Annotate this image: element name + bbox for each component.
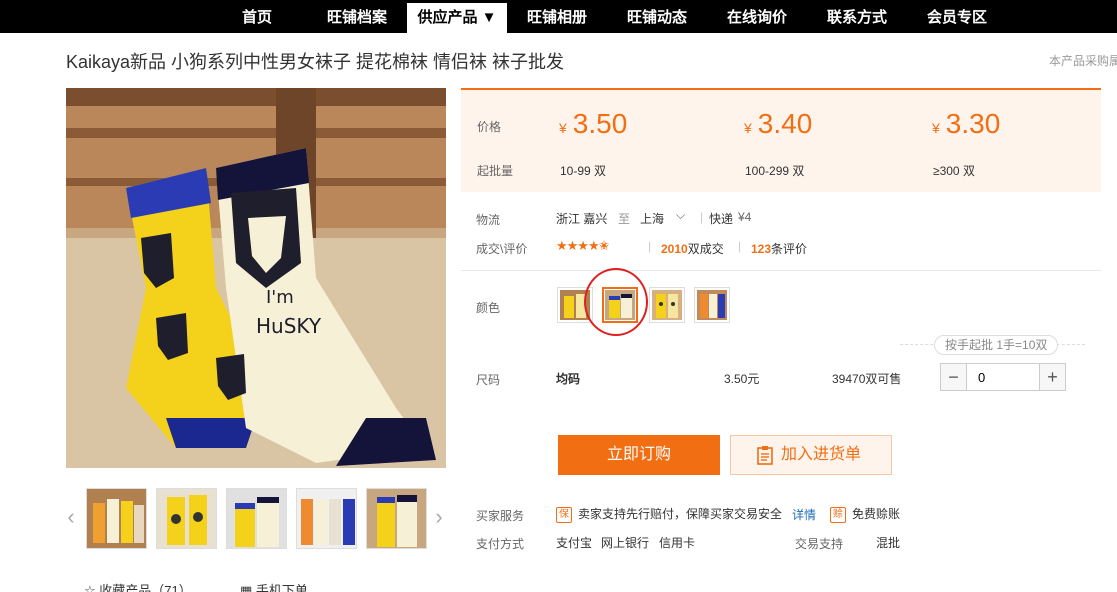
favorite-link[interactable]: ☆ 收藏产品（71） [84, 580, 192, 592]
divider: | [700, 210, 704, 224]
size-label: 尺码 [476, 373, 501, 387]
payment-label: 支付方式 [476, 537, 525, 551]
star-outline-icon: ☆ [84, 583, 96, 592]
size-value: 均码 [556, 372, 581, 386]
chevron-down-icon[interactable]: ⌵ [676, 208, 685, 223]
moq-label: 起批量 [477, 164, 514, 178]
product-title: Kaikaya新品 小狗系列中性男女袜子 提花棉袜 情侣袜 袜子批发 [66, 52, 565, 72]
minus-icon[interactable]: − [941, 364, 967, 390]
socks-photo: I'm HuSKY [66, 88, 446, 468]
add-to-cart-button[interactable]: 加入进货单 [730, 435, 892, 475]
gallery-thumb[interactable] [296, 488, 357, 549]
price-value: 3.30 [945, 108, 1001, 139]
chevron-right-icon[interactable]: › [432, 505, 446, 529]
price-label: 价格 [477, 120, 502, 134]
service-guarantee: 保卖家支持先行赔付，保障买家交易安全 [556, 505, 782, 523]
logistics-label: 物流 [476, 213, 501, 227]
payment-method-alipay: 支付宝 [556, 536, 593, 550]
deals-number: 2010 [661, 242, 688, 256]
quantity-input[interactable] [968, 364, 1038, 390]
payment-method-bank: 网上银行 [601, 536, 650, 550]
color-swatch-2[interactable] [602, 287, 638, 323]
gallery-thumb[interactable] [226, 488, 287, 549]
price-tier-1: ¥3.50 [559, 108, 627, 140]
gallery-thumb[interactable] [86, 488, 147, 549]
credit-icon: 赊 [830, 506, 846, 523]
chevron-left-icon[interactable]: ‹ [64, 505, 78, 529]
gallery-thumb[interactable] [156, 488, 217, 549]
logistics-destination[interactable]: 上海 [640, 210, 664, 227]
mobile-order-link[interactable]: ▦ 手机下单 [240, 580, 308, 592]
guarantee-text: 卖家支持先行赔付，保障买家交易安全 [578, 507, 783, 521]
reviews-number: 123 [751, 242, 772, 256]
nav-item-contact[interactable]: 联系方式 [814, 0, 900, 33]
details-link[interactable]: 详情 [792, 506, 816, 523]
divider-line [461, 270, 1101, 271]
reviews-count[interactable]: 123条评价 [751, 240, 807, 257]
top-nav: 首页 旺铺档案 供应产品 ▼ 旺铺相册 旺铺动态 在线询价 联系方式 会员专区 [0, 0, 1117, 33]
logistics-to-word: 至 [618, 212, 631, 226]
color-swatch-4[interactable] [694, 287, 730, 323]
batch-unit-note: 按手起批 1手=10双 [934, 335, 1059, 355]
shipping-fee: ¥4 [738, 210, 752, 224]
service-credit: 赊免费赊账 [830, 505, 900, 523]
trade-support-label: 交易支持 [795, 537, 844, 551]
price-tier-3: ¥3.30 [932, 108, 1000, 140]
service-label: 买家服务 [476, 509, 525, 523]
mobile-order-label: 手机下单 [255, 583, 308, 592]
price-panel: 价格 起批量 ¥3.50 ¥3.40 ¥3.30 10-99 双 100-299… [461, 88, 1101, 192]
credit-text: 免费赊账 [852, 507, 901, 521]
price-value: 3.50 [572, 108, 628, 139]
nav-item-products[interactable]: 供应产品 ▼ [407, 3, 507, 33]
clipboard-icon [757, 446, 773, 465]
main-product-image[interactable]: I'm HuSKY [66, 88, 446, 468]
nav-item-news[interactable]: 旺铺动态 [614, 0, 700, 33]
color-swatch-3[interactable] [649, 287, 685, 323]
currency-symbol: ¥ [744, 120, 752, 136]
divider: | [738, 239, 742, 253]
size-price: 3.50元 [724, 372, 760, 386]
trade-support-value: 混批 [876, 536, 901, 550]
nav-item-members[interactable]: 会员专区 [914, 0, 1000, 33]
qr-code-icon: ▦ [240, 583, 253, 592]
plus-icon[interactable]: + [1039, 364, 1065, 390]
guarantee-shield-icon: 保 [556, 506, 572, 523]
range-tier-3: ≥300 双 [933, 164, 975, 178]
add-to-cart-label: 加入进货单 [781, 446, 862, 463]
gallery-thumb[interactable] [366, 488, 427, 549]
currency-symbol: ¥ [932, 120, 940, 136]
shipping-method: 快递 [709, 212, 734, 226]
deals-count[interactable]: 2010双成交 [661, 240, 724, 257]
color-label: 颜色 [476, 301, 501, 315]
price-value: 3.40 [757, 108, 813, 139]
nav-item-home[interactable]: 首页 [222, 0, 292, 33]
buy-now-button[interactable]: 立即订购 [558, 435, 720, 475]
range-tier-2: 100-299 双 [745, 164, 805, 178]
deals-unit: 双成交 [687, 242, 724, 256]
price-tier-2: ¥3.40 [744, 108, 812, 140]
nav-item-album[interactable]: 旺铺相册 [514, 0, 600, 33]
nav-item-inquiry[interactable]: 在线询价 [714, 0, 800, 33]
color-swatch-1[interactable] [557, 287, 593, 323]
svg-text:I'm: I'm [266, 287, 294, 308]
reviews-unit: 条评价 [771, 242, 808, 256]
payment-method-credit: 信用卡 [659, 536, 696, 550]
logistics-from: 浙江 嘉兴 [556, 212, 608, 226]
favorite-label: 收藏产品（71） [99, 583, 192, 592]
rating-stars-icon: ★★★★✬ [556, 238, 610, 253]
divider: | [648, 239, 652, 253]
stock-available: 39470双可售 [832, 372, 902, 386]
reviews-label: 成交\评价 [476, 242, 528, 256]
nav-item-shop-profile[interactable]: 旺铺档案 [314, 0, 400, 33]
side-note: 本产品采购属 [1049, 54, 1117, 68]
range-tier-1: 10-99 双 [560, 164, 607, 178]
svg-text:HuSKY: HuSKY [256, 314, 322, 338]
currency-symbol: ¥ [559, 120, 567, 136]
quantity-stepper: − + [940, 363, 1066, 391]
